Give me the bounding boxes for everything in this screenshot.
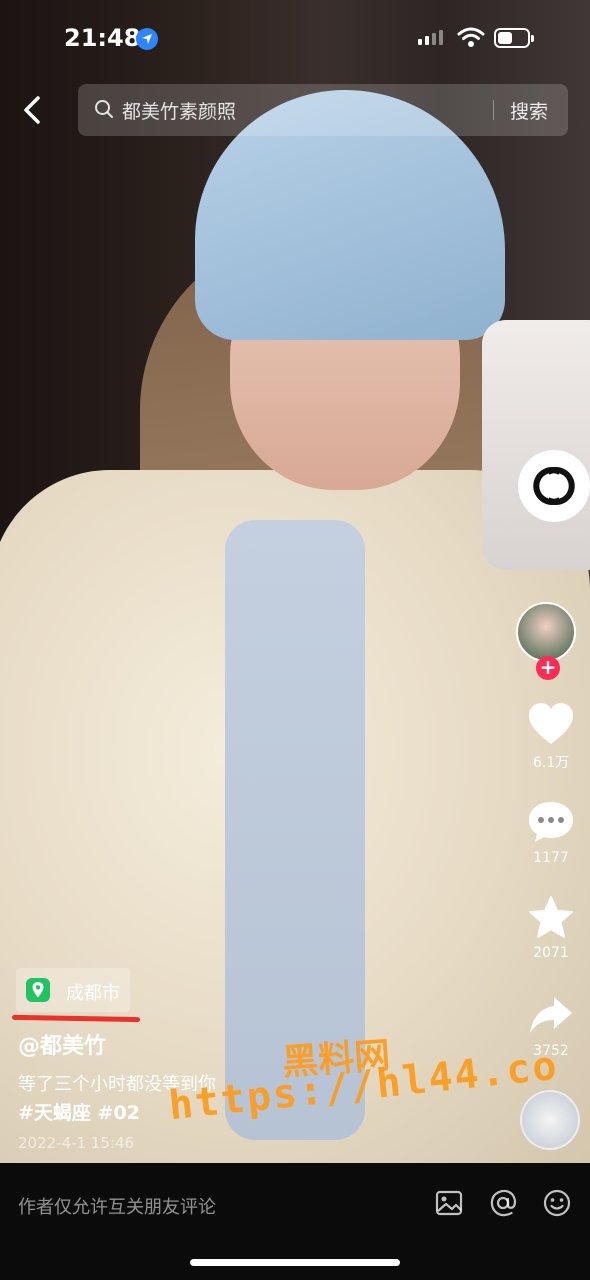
music-disc[interactable] [520,1090,580,1150]
wifi-icon [457,26,485,52]
status-bar: 21:48 [0,0,590,70]
post-date: 2022-4-1 15:46 [18,1134,135,1152]
like-button[interactable]: 6.1万 [516,702,586,772]
location-label: 成都市 [66,983,120,1004]
location-tag[interactable]: 成都市 [16,968,130,1012]
favorite-count: 2071 [533,945,569,961]
comment-input[interactable]: 作者仅允许互关朋友评论 [18,1193,216,1219]
share-icon [530,997,572,1033]
battery-icon [494,28,534,48]
post-hashtags[interactable]: #天蝎座 #02 [18,1098,140,1125]
like-count: 6.1万 [532,755,570,771]
comment-count: 1177 [533,850,569,866]
star-icon [529,896,573,938]
back-icon [24,96,40,124]
comment-button[interactable]: 1177 [516,800,586,866]
comment-icon [529,802,573,842]
status-time: 21:48 [64,24,141,52]
location-pin-icon [26,978,50,1002]
favorite-button[interactable]: 2071 [516,895,586,961]
back-button[interactable] [18,92,48,128]
avatar[interactable] [516,602,576,662]
emoji-icon[interactable] [541,1187,573,1219]
search-icon [94,99,114,123]
home-indicator[interactable] [190,1259,400,1266]
chanel-logo [518,450,590,522]
search-input[interactable]: 都美竹素颜照 [122,97,236,124]
at-icon[interactable] [487,1187,519,1219]
image-icon[interactable] [433,1187,465,1219]
search-bar[interactable]: 都美竹素颜照 搜索 [78,84,568,136]
follow-button[interactable]: + [536,656,560,680]
search-button[interactable]: 搜索 [510,97,548,124]
signal-icon [418,30,443,45]
author-avatar[interactable]: + [516,602,582,682]
author-name[interactable]: @都美竹 [18,1028,106,1060]
location-arrow-icon [136,28,158,50]
search-divider [493,100,494,120]
heart-icon [529,703,573,744]
video-phone [482,320,590,570]
